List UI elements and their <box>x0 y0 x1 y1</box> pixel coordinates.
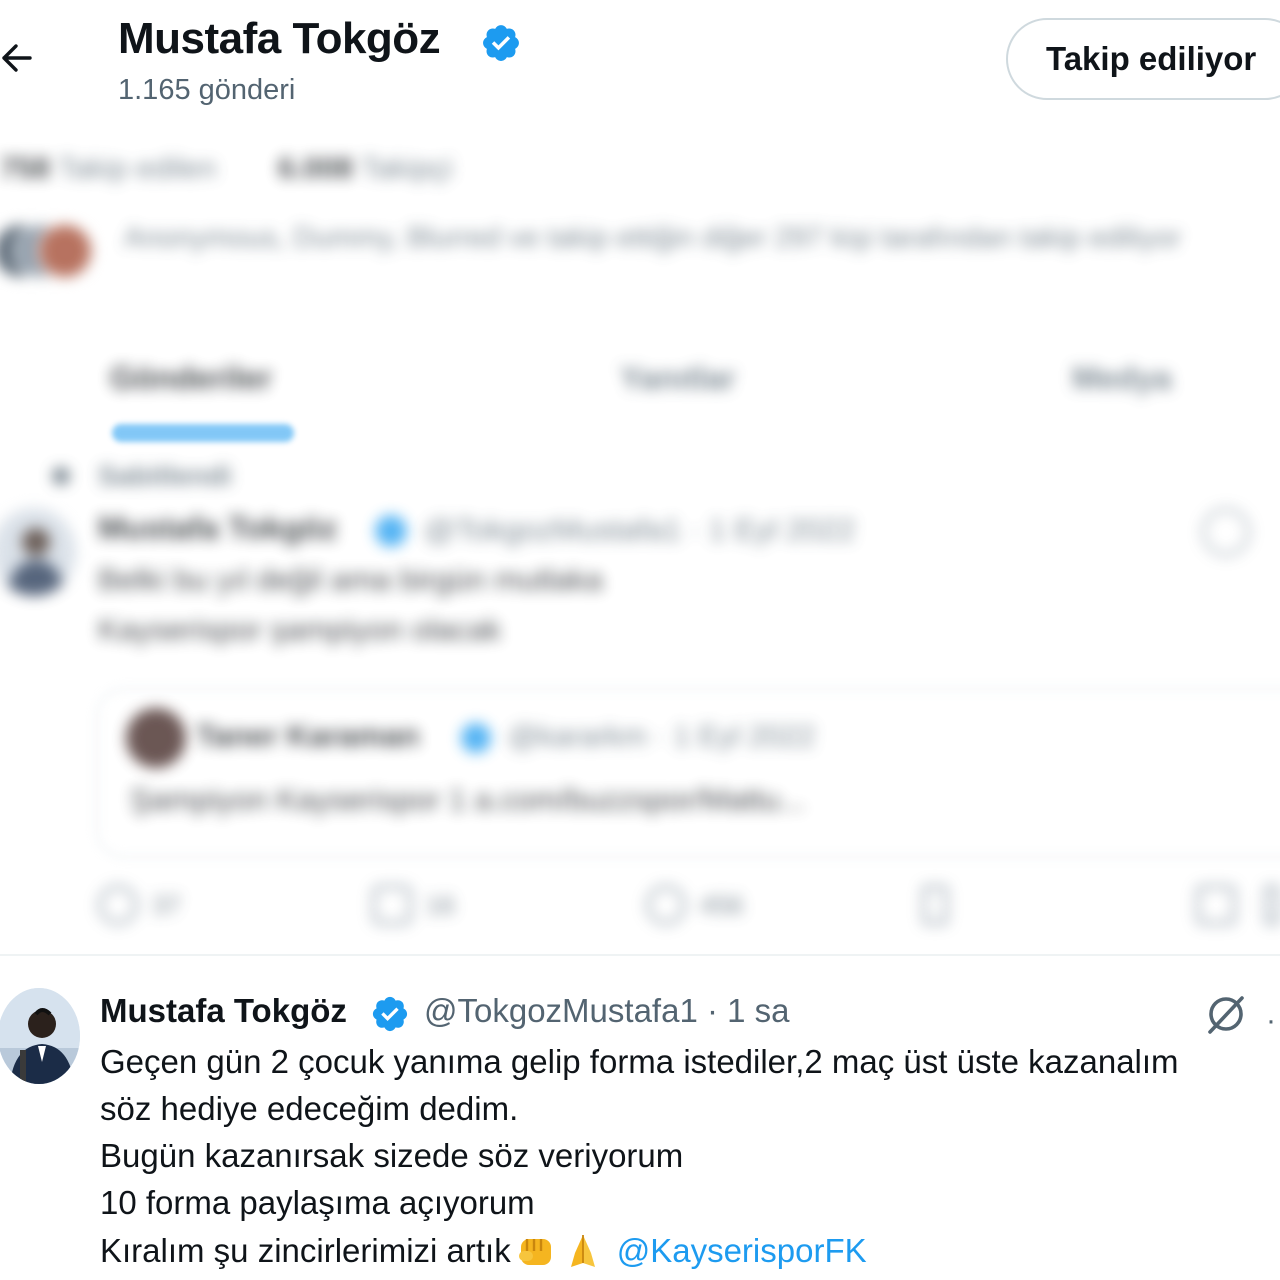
tweet-text-line: 10 forma paylaşıma açıyorum <box>100 1184 535 1221</box>
folded-hands-emoji <box>563 1231 603 1271</box>
views-icon <box>922 885 948 925</box>
bookmark-icon <box>1196 885 1236 925</box>
tweet-text-line-last: Kıralım şu zincirlerimizi artık @Kayseri… <box>100 1231 867 1271</box>
like-icon <box>646 885 686 925</box>
tweet-text-line: Geçen gün 2 çocuk yanıma gelip forma ist… <box>100 1043 1179 1080</box>
grok-icon[interactable] <box>1204 992 1248 1036</box>
avatar[interactable] <box>0 508 76 596</box>
quote-text: Şampiyon Kayserispor 1 a.com/buzzspor/Ma… <box>130 782 806 817</box>
verified-badge-icon <box>480 22 522 64</box>
reply-count: 37 <box>152 889 181 920</box>
pin-icon <box>48 464 74 494</box>
quote-handle: @kararkm · 1 Eyl 2022 <box>508 720 816 753</box>
reply-button[interactable]: 37 <box>98 880 181 930</box>
mention-link[interactable]: @KayserisporFK <box>617 1232 867 1270</box>
quote-tweet-card[interactable] <box>96 688 1280 858</box>
grok-icon[interactable] <box>1202 508 1250 556</box>
verified-badge-icon <box>372 512 410 550</box>
like-count: 456 <box>700 889 744 920</box>
tweet-handle-time[interactable]: @TokgozMustafa1 · 1 sa <box>424 992 790 1030</box>
retweet-button[interactable]: 16 <box>372 880 455 930</box>
mutual-followers-text[interactable]: Anonymous, Dummy, Blurred ve takip ettiğ… <box>124 222 1181 255</box>
tweet-text-line: söz hediye edeceğim dedim. <box>100 1090 519 1127</box>
tab-posts[interactable]: Gönderiler <box>110 360 272 397</box>
reply-icon <box>98 885 138 925</box>
retweet-count: 16 <box>426 889 455 920</box>
pinned-label: Sabitlendi <box>98 460 232 491</box>
avatar <box>126 708 186 768</box>
views-button[interactable] <box>922 880 962 930</box>
tweet-text-line: Bugün kazanırsak sizede söz veriyorum <box>100 1137 684 1174</box>
quote-author-name: Taner Karaman <box>196 718 420 753</box>
post-count: 1.165 gönderi <box>118 74 296 106</box>
following-stat[interactable]: 758 Takip edilen <box>0 152 216 186</box>
bookmark-button[interactable] <box>1196 880 1236 930</box>
tweet-author-name[interactable]: Mustafa Tokgöz <box>100 992 347 1030</box>
fist-emoji <box>517 1231 557 1271</box>
tweet-text: Kıralım şu zincirlerimizi artık <box>100 1232 511 1269</box>
share-icon <box>1264 885 1280 925</box>
more-options-button[interactable]: · <box>1266 1004 1276 1038</box>
avatar <box>36 222 94 280</box>
back-button[interactable] <box>0 38 34 78</box>
pinned-text: Belki bu yıl değil ama birgün mutlaka <box>98 562 603 597</box>
avatar[interactable] <box>0 988 80 1084</box>
verified-badge-icon <box>370 994 410 1034</box>
following-count: 758 <box>0 152 51 185</box>
followers-stat[interactable]: 6.008 Takipçi <box>278 152 453 186</box>
pinned-text: Kayserispor şampiyon olacak <box>98 612 502 647</box>
followers-count: 6.008 <box>278 152 354 185</box>
pinned-handle[interactable]: @TokgozMustafa1 · 1 Eyl 2022 <box>424 512 855 548</box>
divider <box>0 954 1280 956</box>
active-tab-indicator <box>112 424 294 442</box>
like-button[interactable]: 456 <box>646 880 743 930</box>
retweet-icon <box>372 885 412 925</box>
followers-label: Takipçi <box>360 152 453 185</box>
back-arrow-icon <box>2 44 32 72</box>
following-button[interactable]: Takip ediliyor <box>1006 18 1280 100</box>
following-label: Takip edilen <box>57 152 217 185</box>
tab-media[interactable]: Medya <box>1072 360 1172 397</box>
profile-name: Mustafa Tokgöz <box>118 14 441 63</box>
verified-badge-icon <box>458 720 494 756</box>
tab-replies[interactable]: Yanıtlar <box>620 360 736 397</box>
pinned-author-name[interactable]: Mustafa Tokgöz <box>98 510 337 547</box>
share-button[interactable] <box>1264 880 1280 930</box>
mutual-followers-avatars[interactable] <box>0 218 94 280</box>
